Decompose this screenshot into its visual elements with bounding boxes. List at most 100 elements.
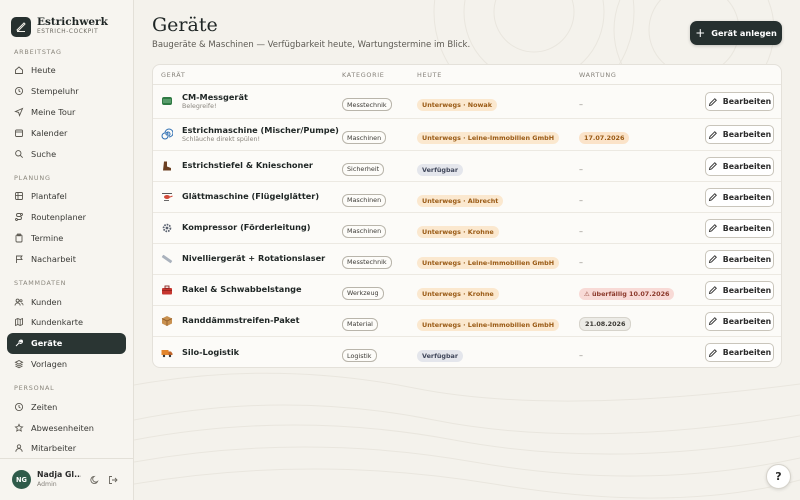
device-name[interactable]: Randdämmstreifen-Paket bbox=[182, 315, 300, 325]
sidebar-item-label: Geräte bbox=[31, 338, 63, 349]
logout-icon[interactable] bbox=[107, 474, 119, 486]
maintenance-cell: – bbox=[579, 250, 701, 269]
device-cell: CM-Messgerät Belegreife! bbox=[153, 92, 342, 110]
device-name[interactable]: Silo-Logistik bbox=[182, 347, 239, 357]
column-header-category[interactable]: KATEGORIE bbox=[342, 71, 417, 79]
column-header-device[interactable]: GERÄT bbox=[153, 71, 342, 79]
device-name[interactable]: Kompressor (Förderleitung) bbox=[182, 222, 311, 232]
help-button[interactable]: ? bbox=[766, 464, 791, 489]
sidebar-item-suche[interactable]: Suche bbox=[7, 143, 126, 164]
boot-icon bbox=[161, 160, 173, 172]
status-cell: Unterwegs · Krohne bbox=[417, 281, 579, 300]
edit-button[interactable]: Bearbeiten bbox=[705, 125, 774, 144]
edit-button[interactable]: Bearbeiten bbox=[705, 249, 774, 269]
gear-icon bbox=[161, 222, 173, 234]
user-box: NG Nadja Gl... Admin bbox=[0, 458, 133, 500]
add-device-button[interactable]: + Gerät anlegen bbox=[690, 21, 782, 45]
sidebar-item-zeiten[interactable]: Zeiten bbox=[7, 396, 126, 417]
moon-icon[interactable] bbox=[89, 474, 101, 486]
device-cell: Silo-Logistik bbox=[153, 347, 342, 359]
edit-button[interactable]: Bearbeiten bbox=[705, 343, 774, 362]
device-text: Estrichmaschine (Mischer/Pumpe) Schläuche… bbox=[182, 125, 339, 144]
actions-cell: Bearbeiten bbox=[701, 187, 781, 207]
spiral-icon bbox=[161, 128, 173, 140]
device-cell: Nivelliergerät + Rotationslaser bbox=[153, 253, 342, 265]
sidebar-item-label: Routenplaner bbox=[31, 212, 87, 223]
table-row: Nivelliergerät + Rotationslaser Messtechn… bbox=[153, 244, 781, 275]
sidebar-item-label: Meine Tour bbox=[31, 106, 76, 117]
device-cell: Estrichmaschine (Mischer/Pumpe) Schläuche… bbox=[153, 125, 342, 144]
sidebar-item-vorlagen[interactable]: Vorlagen bbox=[7, 354, 126, 375]
actions-cell: Bearbeiten bbox=[701, 92, 781, 111]
category-cell: Messtechnik bbox=[342, 249, 417, 269]
device-name[interactable]: CM-Messgerät bbox=[182, 92, 248, 102]
table-row: Rakel & Schwabbelstange Werkzeug Unterwegs… bbox=[153, 275, 781, 306]
sidebar-item-abwesenheiten[interactable]: Abwesenheiten bbox=[7, 417, 126, 438]
maintenance-cell: 17.07.2026 bbox=[579, 125, 701, 144]
clipboard-icon bbox=[14, 233, 24, 243]
sidebar-item-mitarbeiter[interactable]: Mitarbeiter bbox=[7, 438, 126, 459]
edit-button[interactable]: Bearbeiten bbox=[705, 218, 774, 238]
edit-button[interactable]: Bearbeiten bbox=[705, 156, 774, 176]
table-row: Glättmaschine (Flügelglätter) Maschinen Un… bbox=[153, 182, 781, 213]
actions-cell: Bearbeiten bbox=[701, 218, 781, 238]
device-name[interactable]: Rakel & Schwabbelstange bbox=[182, 284, 302, 294]
brand[interactable]: Estrichwerk ESTRICH-COCKPIT bbox=[0, 0, 133, 42]
status-badge: Unterwegs · Nowak bbox=[417, 99, 497, 111]
sidebar-item-label: Stempeluhr bbox=[31, 86, 79, 97]
star-icon bbox=[14, 422, 24, 433]
device-cell: Kompressor (Förderleitung) bbox=[153, 222, 342, 234]
device-name[interactable]: Estrichmaschine (Mischer/Pumpe) bbox=[182, 125, 339, 135]
section-label: STAMMDATEN bbox=[14, 279, 67, 288]
layers-icon bbox=[14, 359, 24, 369]
edit-button[interactable]: Bearbeiten bbox=[705, 92, 774, 111]
pencil-icon bbox=[708, 161, 718, 171]
column-header-maintenance[interactable]: WARTUNG bbox=[579, 71, 701, 79]
edit-button[interactable]: Bearbeiten bbox=[705, 311, 774, 331]
sidebar-item-termine[interactable]: Termine bbox=[7, 228, 126, 249]
sidebar-item-heute[interactable]: Heute bbox=[7, 60, 126, 81]
edit-label: Bearbeiten bbox=[722, 348, 772, 357]
sidebar-item-kalender[interactable]: Kalender bbox=[7, 122, 126, 143]
pencil-icon bbox=[708, 316, 718, 326]
table-header: GERÄT KATEGORIE HEUTE WARTUNG bbox=[153, 65, 781, 85]
pencil-icon bbox=[708, 348, 718, 358]
maintenance-empty: – bbox=[579, 100, 583, 109]
device-text: Nivelliergerät + Rotationslaser bbox=[182, 253, 325, 263]
edit-button[interactable]: Bearbeiten bbox=[705, 187, 774, 207]
maintenance-cell: – bbox=[579, 157, 701, 176]
column-header-today[interactable]: HEUTE bbox=[417, 71, 579, 79]
sidebar-item-stempeluhr[interactable]: Stempeluhr bbox=[7, 81, 126, 102]
device-text: Estrichstiefel & Knieschoner bbox=[182, 160, 313, 170]
sidebar-item-kunden[interactable]: Kunden bbox=[7, 291, 126, 312]
edit-label: Bearbeiten bbox=[722, 161, 772, 171]
user-icon bbox=[14, 443, 24, 453]
device-name[interactable]: Estrichstiefel & Knieschoner bbox=[182, 160, 313, 170]
sidebar-item-nacharbeit[interactable]: Nacharbeit bbox=[7, 248, 126, 269]
status-badge: Unterwegs · Krohne bbox=[417, 225, 499, 238]
category-chip: Maschinen bbox=[342, 131, 387, 145]
device-name[interactable]: Glättmaschine (Flügelglätter) bbox=[182, 191, 319, 201]
table-row: Estrichmaschine (Mischer/Pumpe) Schläuche… bbox=[153, 119, 781, 151]
device-text: Glättmaschine (Flügelglätter) bbox=[182, 191, 319, 201]
main-content: Geräte Baugeräte & Maschinen — Verfügbar… bbox=[134, 0, 800, 500]
category-cell: Maschinen bbox=[342, 187, 417, 207]
sidebar-item-kundenkarte[interactable]: Kundenkarte bbox=[7, 312, 126, 333]
edit-button[interactable]: Bearbeiten bbox=[705, 280, 774, 300]
edit-label: Bearbeiten bbox=[722, 223, 772, 233]
device-name[interactable]: Nivelliergerät + Rotationslaser bbox=[182, 253, 325, 263]
device-note: Schläuche direkt spülen! bbox=[182, 136, 260, 144]
sidebar-item-meine-tour[interactable]: Meine Tour bbox=[7, 102, 126, 123]
maintenance-cell: – bbox=[579, 188, 701, 207]
category-chip: Messtechnik bbox=[342, 98, 392, 112]
sidebar-item-geraete[interactable]: Geräte bbox=[7, 332, 126, 354]
sidebar-item-plantafel[interactable]: Plantafel bbox=[7, 186, 126, 207]
avatar[interactable]: NG bbox=[12, 470, 31, 489]
actions-cell: Bearbeiten bbox=[701, 311, 781, 331]
maintenance-empty: – bbox=[579, 257, 583, 267]
sidebar-item-routenplaner[interactable]: Routenplaner bbox=[7, 207, 126, 228]
device-cell: Glättmaschine (Flügelglätter) bbox=[153, 191, 342, 203]
sidebar-item-label: Kunden bbox=[31, 296, 62, 307]
sidebar: Estrichwerk ESTRICH-COCKPIT ARBEITSTAG He… bbox=[0, 0, 134, 500]
pencil-icon bbox=[708, 223, 718, 233]
